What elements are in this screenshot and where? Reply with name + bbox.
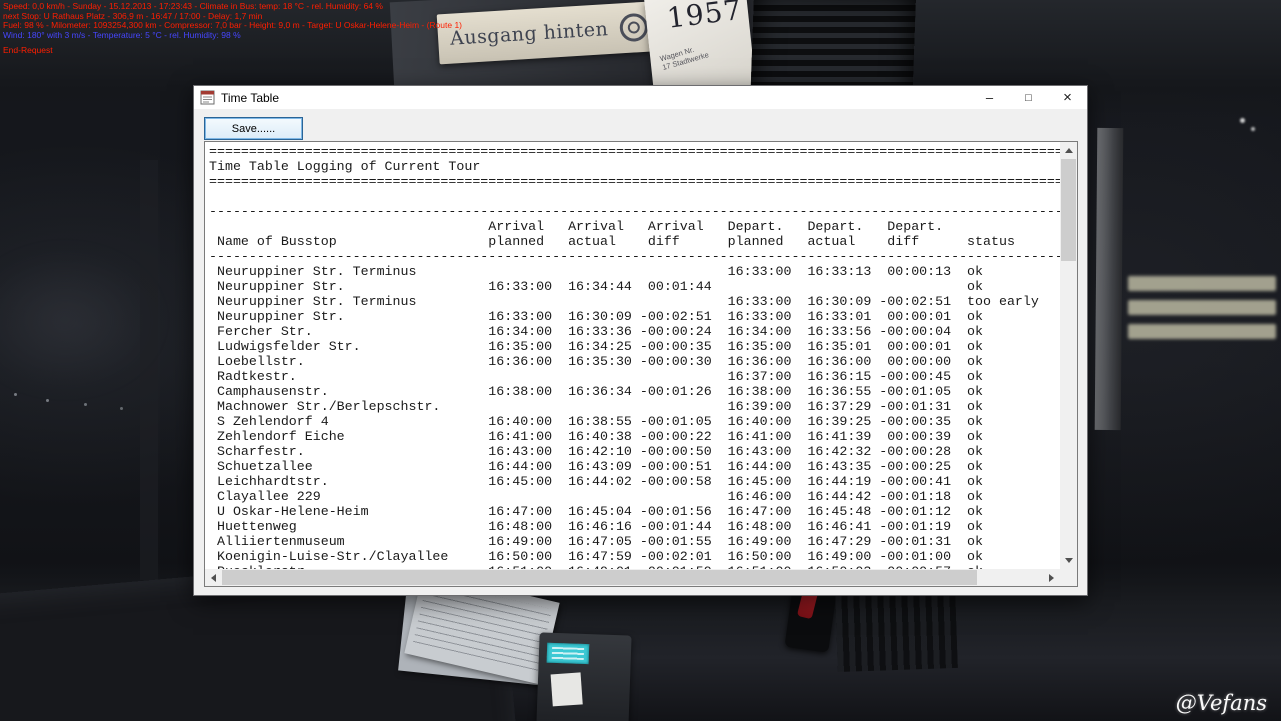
window-light-bars bbox=[1128, 276, 1276, 348]
light-bar bbox=[1128, 324, 1276, 339]
ticket-printer bbox=[536, 632, 631, 721]
timetable-window-icon bbox=[200, 90, 215, 105]
timetable-row: Fercher Str. 16:34:00 16:33:36 -00:00:24… bbox=[209, 324, 1060, 339]
ticket-printer-display bbox=[547, 643, 590, 664]
maximize-button[interactable]: □ bbox=[1009, 86, 1048, 109]
arrow-right-icon bbox=[1049, 574, 1054, 582]
window-controls: – □ × bbox=[970, 86, 1087, 109]
timetable-row: Huettenweg 16:48:00 16:46:16 -00:01:44 1… bbox=[209, 519, 1060, 534]
timetable-row: Schuetzallee 16:44:00 16:43:09 -00:00:51… bbox=[209, 459, 1060, 474]
year-plate-text: 1957 bbox=[665, 0, 744, 35]
log-line: Arrival Arrival Arrival Depart. Depart. … bbox=[209, 219, 1060, 234]
hud-line: Wind: 180° with 3 m/s - Temperature: 5 °… bbox=[3, 31, 462, 41]
timetable-row: Machnower Str./Berlepschstr. 16:39:00 16… bbox=[209, 399, 1060, 414]
scroll-up-button[interactable] bbox=[1060, 142, 1077, 159]
timetable-row: Neuruppiner Str. Terminus 16:33:00 16:30… bbox=[209, 294, 1060, 309]
street-light-dot bbox=[84, 403, 87, 406]
timetable-window: Time Table – □ × Save...... ============… bbox=[193, 85, 1088, 596]
timetable-row: Neuruppiner Str. 16:33:00 16:34:44 00:01… bbox=[209, 279, 1060, 294]
hud-overlay: Speed: 0,0 km/h - Sunday - 15.12.2013 - … bbox=[3, 2, 462, 56]
arrow-down-icon bbox=[1065, 558, 1073, 563]
vertical-scroll-thumb[interactable] bbox=[1061, 159, 1076, 261]
scene-light-dot bbox=[1240, 118, 1245, 123]
scroll-down-button[interactable] bbox=[1060, 552, 1077, 569]
wagen-number-plate: Wagen Nr. 17 Stadtwerke bbox=[659, 41, 710, 72]
save-button[interactable]: Save...... bbox=[204, 117, 303, 140]
window-pillar bbox=[1095, 128, 1124, 430]
timetable-row: Leichhardtstr. 16:45:00 16:44:02 -00:00:… bbox=[209, 474, 1060, 489]
window-frame-strip bbox=[140, 160, 158, 580]
horizontal-scrollbar[interactable] bbox=[205, 569, 1060, 586]
timetable-row: Neuruppiner Str. Terminus 16:33:00 16:33… bbox=[209, 264, 1060, 279]
street-light-dot bbox=[14, 393, 17, 396]
hud-line: End-Request bbox=[3, 46, 462, 56]
log-line: ========================================… bbox=[209, 174, 1060, 189]
timetable-row: Neuruppiner Str. 16:33:00 16:30:09 -00:0… bbox=[209, 309, 1060, 324]
scrollbar-corner bbox=[1060, 569, 1077, 586]
log-line: ----------------------------------------… bbox=[209, 204, 1060, 219]
arrow-up-icon bbox=[1065, 148, 1073, 153]
log-line bbox=[209, 189, 1060, 204]
window-body: Save...... =============================… bbox=[194, 109, 1087, 595]
scroll-left-button[interactable] bbox=[205, 569, 222, 586]
game-scene: Ausgang hinten 1957 Wagen Nr. 17 Stadtwe… bbox=[0, 0, 1281, 721]
window-title: Time Table bbox=[221, 91, 970, 105]
timetable-row: Camphausenstr. 16:38:00 16:36:34 -00:01:… bbox=[209, 384, 1060, 399]
log-line: ----------------------------------------… bbox=[209, 249, 1060, 264]
timetable-row: S Zehlendorf 4 16:40:00 16:38:55 -00:01:… bbox=[209, 414, 1060, 429]
year-plate: 1957 Wagen Nr. 17 Stadtwerke bbox=[644, 0, 756, 97]
timetable-row: U Oskar-Helene-Heim 16:47:00 16:45:04 -0… bbox=[209, 504, 1060, 519]
timetable-row: Radtkestr. 16:37:00 16:36:15 -00:00:45 o… bbox=[209, 369, 1060, 384]
light-bar bbox=[1128, 300, 1276, 315]
vertical-scrollbar[interactable] bbox=[1060, 142, 1077, 569]
street-light-dot bbox=[46, 399, 49, 402]
target-circle-icon bbox=[619, 13, 649, 43]
watermark: @Vefans bbox=[1176, 691, 1267, 715]
close-button[interactable]: × bbox=[1048, 86, 1087, 109]
log-line: Name of Busstop planned actual diff plan… bbox=[209, 234, 1060, 249]
timetable-row: Zehlendorf Eiche 16:41:00 16:40:38 -00:0… bbox=[209, 429, 1060, 444]
timetable-row: Scharfestr. 16:43:00 16:42:10 -00:00:50 … bbox=[209, 444, 1060, 459]
timetable-log-textarea[interactable]: ========================================… bbox=[204, 141, 1078, 587]
scene-light-dot bbox=[1251, 127, 1255, 131]
minimize-button[interactable]: – bbox=[970, 86, 1009, 109]
horizontal-scroll-thumb[interactable] bbox=[222, 570, 977, 585]
log-line: ========================================… bbox=[209, 144, 1060, 159]
timetable-row: Ludwigsfelder Str. 16:35:00 16:34:25 -00… bbox=[209, 339, 1060, 354]
timetable-row: Koenigin-Luise-Str./Clayallee 16:50:00 1… bbox=[209, 549, 1060, 564]
street-light-dot bbox=[120, 407, 123, 410]
timetable-row: Loebellstr. 16:36:00 16:35:30 -00:00:30 … bbox=[209, 354, 1060, 369]
arrow-left-icon bbox=[211, 574, 216, 582]
timetable-row: Alliiertenmuseum 16:49:00 16:47:05 -00:0… bbox=[209, 534, 1060, 549]
light-bar bbox=[1128, 276, 1276, 291]
ticket-paper-slip bbox=[551, 672, 583, 706]
timetable-row: Clayallee 229 16:46:00 16:44:42 -00:01:1… bbox=[209, 489, 1060, 504]
scroll-right-button[interactable] bbox=[1043, 569, 1060, 586]
log-line: Time Table Logging of Current Tour bbox=[209, 159, 1060, 174]
log-content[interactable]: ========================================… bbox=[205, 142, 1060, 569]
exit-sign-text: Ausgang hinten bbox=[450, 18, 609, 50]
title-bar[interactable]: Time Table – □ × bbox=[194, 86, 1087, 109]
